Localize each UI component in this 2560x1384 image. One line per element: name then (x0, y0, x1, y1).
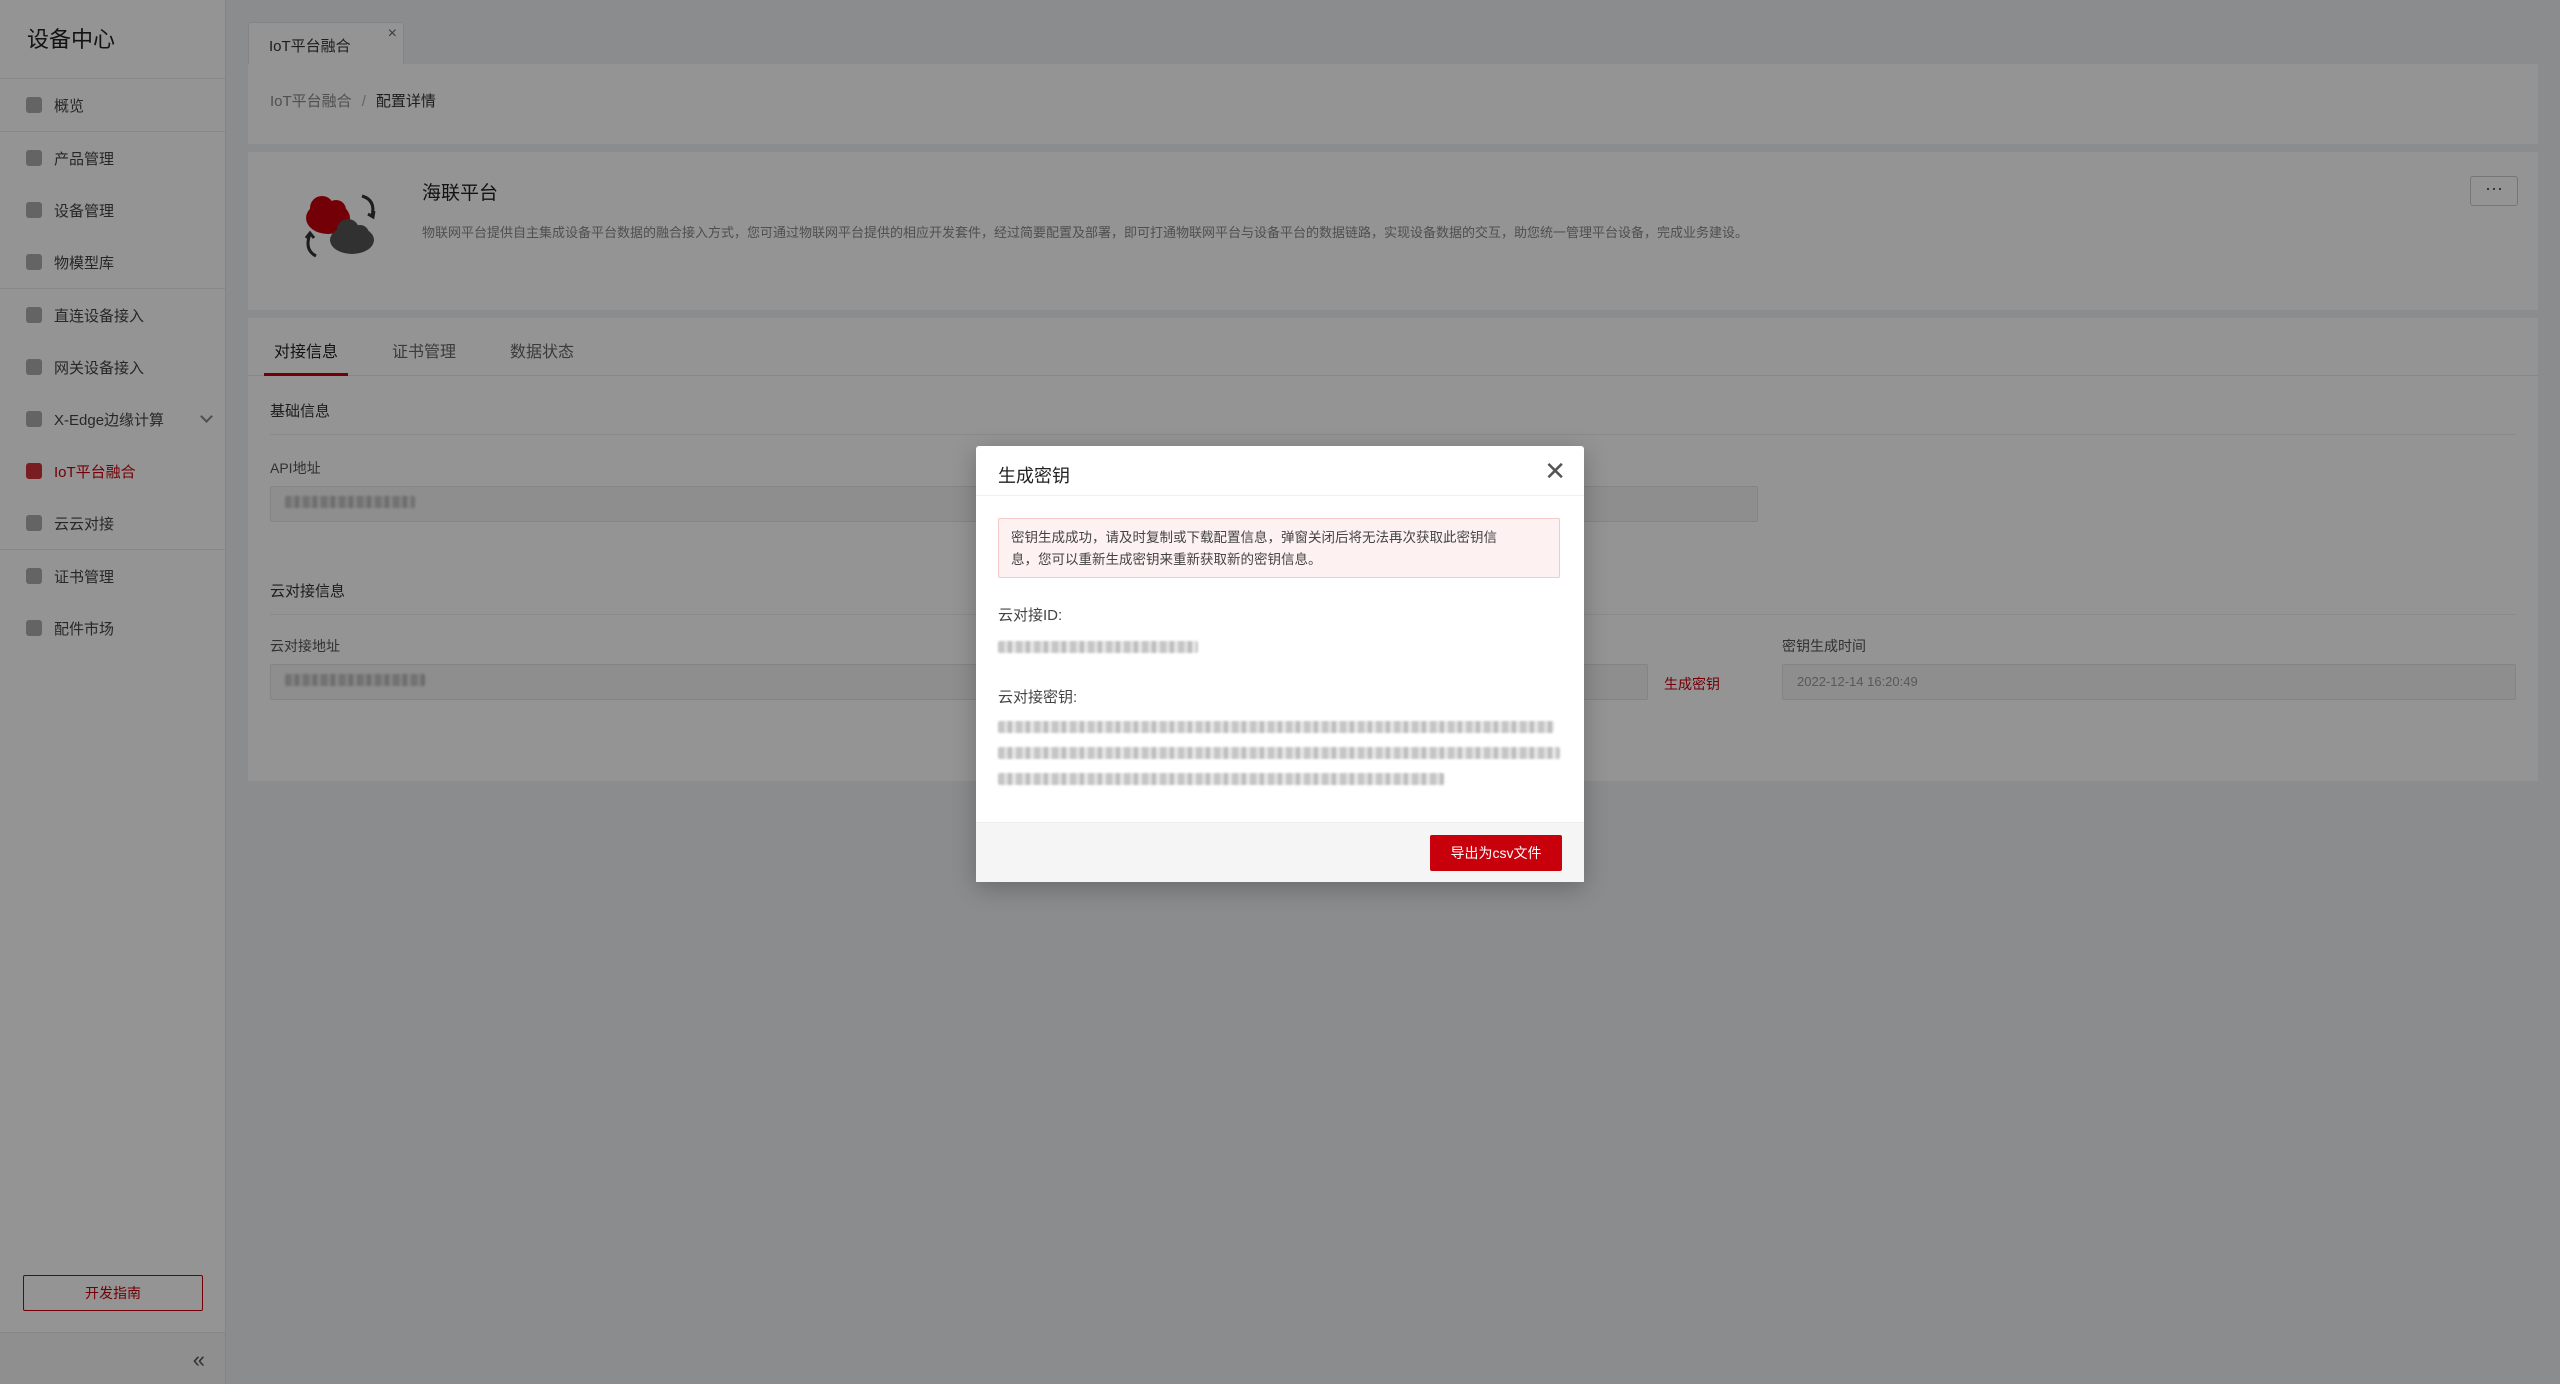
redacted-value (998, 773, 1444, 785)
cloud-id-label: 云对接ID: (998, 607, 1063, 624)
success-alert: 密钥生成成功，请及时复制或下载配置信息，弹窗关闭后将无法再次获取此密钥信 息，您… (998, 518, 1560, 578)
modal-title: 生成密钥 (976, 446, 1584, 496)
redacted-value (998, 721, 1554, 733)
cloud-secret-label: 云对接密钥: (998, 689, 1078, 706)
redacted-value (998, 641, 1198, 653)
export-csv-button[interactable]: 导出为csv文件 (1430, 835, 1562, 871)
modal-footer: 导出为csv文件 (976, 822, 1584, 882)
cloud-id-value (998, 640, 1198, 656)
generate-key-modal: 生成密钥 ✕ 密钥生成成功，请及时复制或下载配置信息，弹窗关闭后将无法再次获取此… (976, 446, 1584, 882)
close-icon[interactable]: ✕ (1544, 456, 1566, 487)
alert-text-line-2: 息，您可以重新生成密钥来重新获取新的密钥信息。 (1011, 552, 1322, 567)
cloud-secret-value (998, 720, 1560, 788)
alert-text-line-1: 密钥生成成功，请及时复制或下载配置信息，弹窗关闭后将无法再次获取此密钥信 (1011, 530, 1497, 545)
redacted-value (998, 747, 1560, 759)
